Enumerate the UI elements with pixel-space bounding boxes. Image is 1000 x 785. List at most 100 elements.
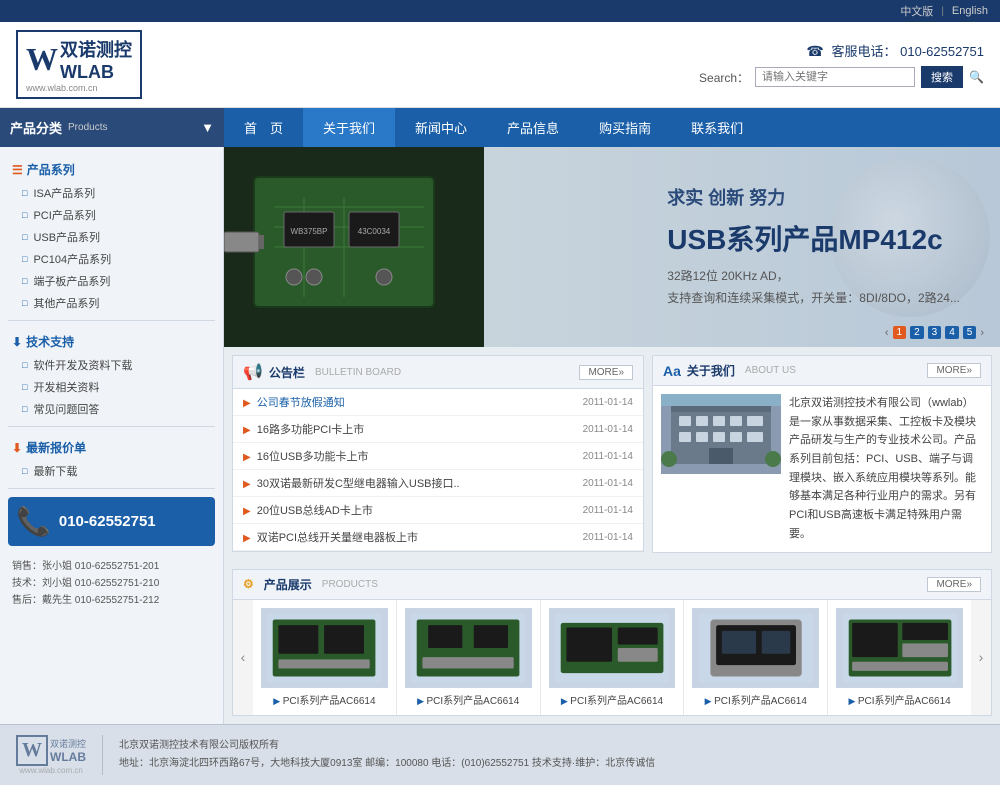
bulletin-item-date-2: 2011-01-14 [583,451,633,462]
banner-slogan: 求实 创新 努力 [667,184,960,210]
nav-products-label[interactable]: 产品分类 Products ▼ [0,108,224,147]
bulletin-item-0[interactable]: ▶公司春节放假通知 2011-01-14 [233,389,643,416]
banner-page-5[interactable]: 5 [963,326,977,339]
sidebar-item-price[interactable]: □最新下载 [0,460,223,482]
bulletin-item-date-4: 2011-01-14 [583,505,633,516]
nav-item-news[interactable]: 新闻中心 [395,108,487,147]
sidebar-contacts: 销售：张小姐 010-62552751-201 技术：刘小姐 010-62552… [0,554,223,613]
products-more-btn[interactable]: MORE» [927,577,981,592]
top-bar: 中文版 | English [0,0,1000,22]
footer: W 双诺测控 WLAB www.wlab.com.cn 北京双诺测控技术有限公司… [0,724,1000,785]
header-right: ☎ 客服电话： 010-62552751 Search： 搜索 🔍 [699,41,984,88]
sidebar-item-other[interactable]: □其他产品系列 [0,292,223,314]
products-prev-arrow[interactable]: ‹ [233,600,253,715]
sidebar-item-dev[interactable]: □开发相关资料 [0,376,223,398]
footer-text: 北京双诺测控技术有限公司版权所有 地址：北京海淀北四环西路67号，大地科技大厦0… [119,737,655,773]
banner-desc: 32路12位 20KHz AD， 支持查询和连续采集模式，开关量：8DI/8DO… [667,266,960,309]
bulletin-more-btn[interactable]: MORE» [579,365,633,380]
products-items: PCI系列产品AC6614 PCI系列产品AC6 [253,600,971,715]
bulletin-item-5[interactable]: ▶双诺PCI总线开关量继电器板上市 2011-01-14 [233,524,643,551]
sidebar-item-faq[interactable]: □常见问题回答 [0,398,223,420]
bulletin-item-date-3: 2011-01-14 [583,478,633,489]
banner-page-3[interactable]: 3 [928,326,942,339]
nav-item-products[interactable]: 产品信息 [487,108,579,147]
sidebar-divider-1 [8,320,215,321]
bulletin-col: 📢 公告栏 BULLETIN BOARD MORE» ▶ 公司春节放假通知 201… [232,355,644,561]
lang-cn[interactable]: 中文版 [896,2,937,20]
products-section: ⚙ 产品展示 PRODUCTS MORE» ‹ [232,569,992,716]
bulletin-item-4[interactable]: ▶20位USB总线AD卡上市 2011-01-14 [233,497,643,524]
search-input[interactable] [755,67,915,87]
banner-page-4[interactable]: 4 [945,326,959,339]
nav-item-home[interactable]: 首 页 [224,108,303,147]
products-grid: ‹ PCI系列产品AC6614 [233,600,991,715]
bulletin-title: 📢 公告栏 BULLETIN BOARD [243,362,401,382]
product-item-3[interactable]: PCI系列产品AC6614 [684,600,828,715]
header: W 双诺测控 WLAB www.wlab.com.cn ☎ 客服电话： 010-… [0,22,1000,108]
svg-text:43C0034: 43C0034 [358,227,391,236]
tech-title-text: 技术支持 [26,333,74,350]
sidebar-phone: 010-62552751 [59,513,156,530]
about-icon: Aa [663,363,681,379]
footer-address: 地址：北京海淀北四环西路67号，大地科技大厦0913室 邮编：100080 电话… [119,755,655,773]
product-item-4[interactable]: PCI系列产品AC6614 [828,600,971,715]
bulletin-item-icon-3: ▶ [243,479,251,490]
bulletin-title-en: BULLETIN BOARD [315,367,401,378]
about-title: Aa 关于我们 ABOUT US [663,362,796,379]
nav-item-buying[interactable]: 购买指南 [579,108,671,147]
banner-image: WB375BP 43C0034 [224,147,484,347]
sidebar: ☰ 产品系列 □ISA产品系列 □PCI产品系列 □USB产品系列 □PC104… [0,147,224,724]
nav-items: 首 页 关于我们 新闻中心 产品信息 购买指南 联系我们 [224,108,1000,147]
bulletin-item-date-5: 2011-01-14 [583,532,633,543]
about-image [661,394,781,474]
bulletin-item-2[interactable]: ▶16位USB多功能卡上市 2011-01-14 [233,443,643,470]
logo-brand-cn: 双诺测控 [60,36,132,62]
bulletin-item-3[interactable]: ▶30双诺最新研发C型继电器输入USB接口.. 2011-01-14 [233,470,643,497]
product-item-1[interactable]: PCI系列产品AC6614 [397,600,541,715]
banner: WB375BP 43C0034 求实 创新 努力 USB系列 [224,147,1000,347]
sidebar-item-pci[interactable]: □PCI产品系列 [0,204,223,226]
sidebar-products-title: ☰ 产品系列 [0,155,223,182]
search-button[interactable]: 搜索 [921,66,963,88]
banner-page-1[interactable]: 1 [893,326,907,339]
bulletin-box: 📢 公告栏 BULLETIN BOARD MORE» ▶ 公司春节放假通知 201… [232,355,644,552]
products-title-en: PRODUCTS [322,579,378,590]
products-next-arrow[interactable]: › [971,600,991,715]
bulletin-item-text-0: 公司春节放假通知 [257,397,345,409]
banner-next[interactable]: › [980,327,984,339]
product-thumb-0 [261,608,388,688]
banner-nav: ‹ 1 2 3 4 5 › [885,326,984,339]
bulletin-item-icon-0: ▶ [243,398,251,409]
products-icon: ⚙ [243,577,254,591]
sidebar-divider-2 [8,426,215,427]
lang-en[interactable]: English [948,4,992,18]
products-title-text: 产品系列 [27,161,75,178]
sidebar-item-pc104[interactable]: □PC104产品系列 [0,248,223,270]
bulletin-item-text-2: 16位USB多功能卡上市 [257,451,369,463]
price-title-text: 最新报价单 [26,439,86,456]
phone-number: 010-62552751 [900,44,984,59]
products-icon: ☰ [12,163,23,177]
sidebar-item-terminal[interactable]: □端子板产品系列 [0,270,223,292]
sidebar-item-software[interactable]: □软件开发及资料下载 [0,354,223,376]
banner-desc-1: 32路12位 20KHz AD， [667,266,960,288]
logo-brand: WLAB [60,62,132,83]
sidebar-item-isa[interactable]: □ISA产品系列 [0,182,223,204]
bulletin-item-text-1: 16路多功能PCI卡上市 [257,424,365,436]
products-title: ⚙ 产品展示 PRODUCTS [243,576,378,593]
products-header: ⚙ 产品展示 PRODUCTS MORE» [233,570,991,600]
bulletin-item-1[interactable]: ▶16路多功能PCI卡上市 2011-01-14 [233,416,643,443]
tech-icon: ⬇ [12,335,22,349]
product-item-0[interactable]: PCI系列产品AC6614 [253,600,397,715]
sidebar-item-usb[interactable]: □USB产品系列 [0,226,223,248]
banner-page-2[interactable]: 2 [910,326,924,339]
nav-item-contact[interactable]: 联系我们 [671,108,763,147]
bulletin-item-text-5: 双诺PCI总线开关量继电器板上市 [257,532,418,544]
about-more-btn[interactable]: MORE» [927,363,981,378]
bulletin-item-icon-1: ▶ [243,425,251,436]
about-text: 北京双诺测控技术有限公司（wwlab）是一家从事数据采集、工控板卡及模块产品研发… [789,394,983,544]
banner-prev[interactable]: ‹ [885,327,889,339]
nav-item-about[interactable]: 关于我们 [303,108,395,147]
product-item-2[interactable]: PCI系列产品AC6614 [541,600,685,715]
bulletin-header: 📢 公告栏 BULLETIN BOARD MORE» [233,356,643,389]
